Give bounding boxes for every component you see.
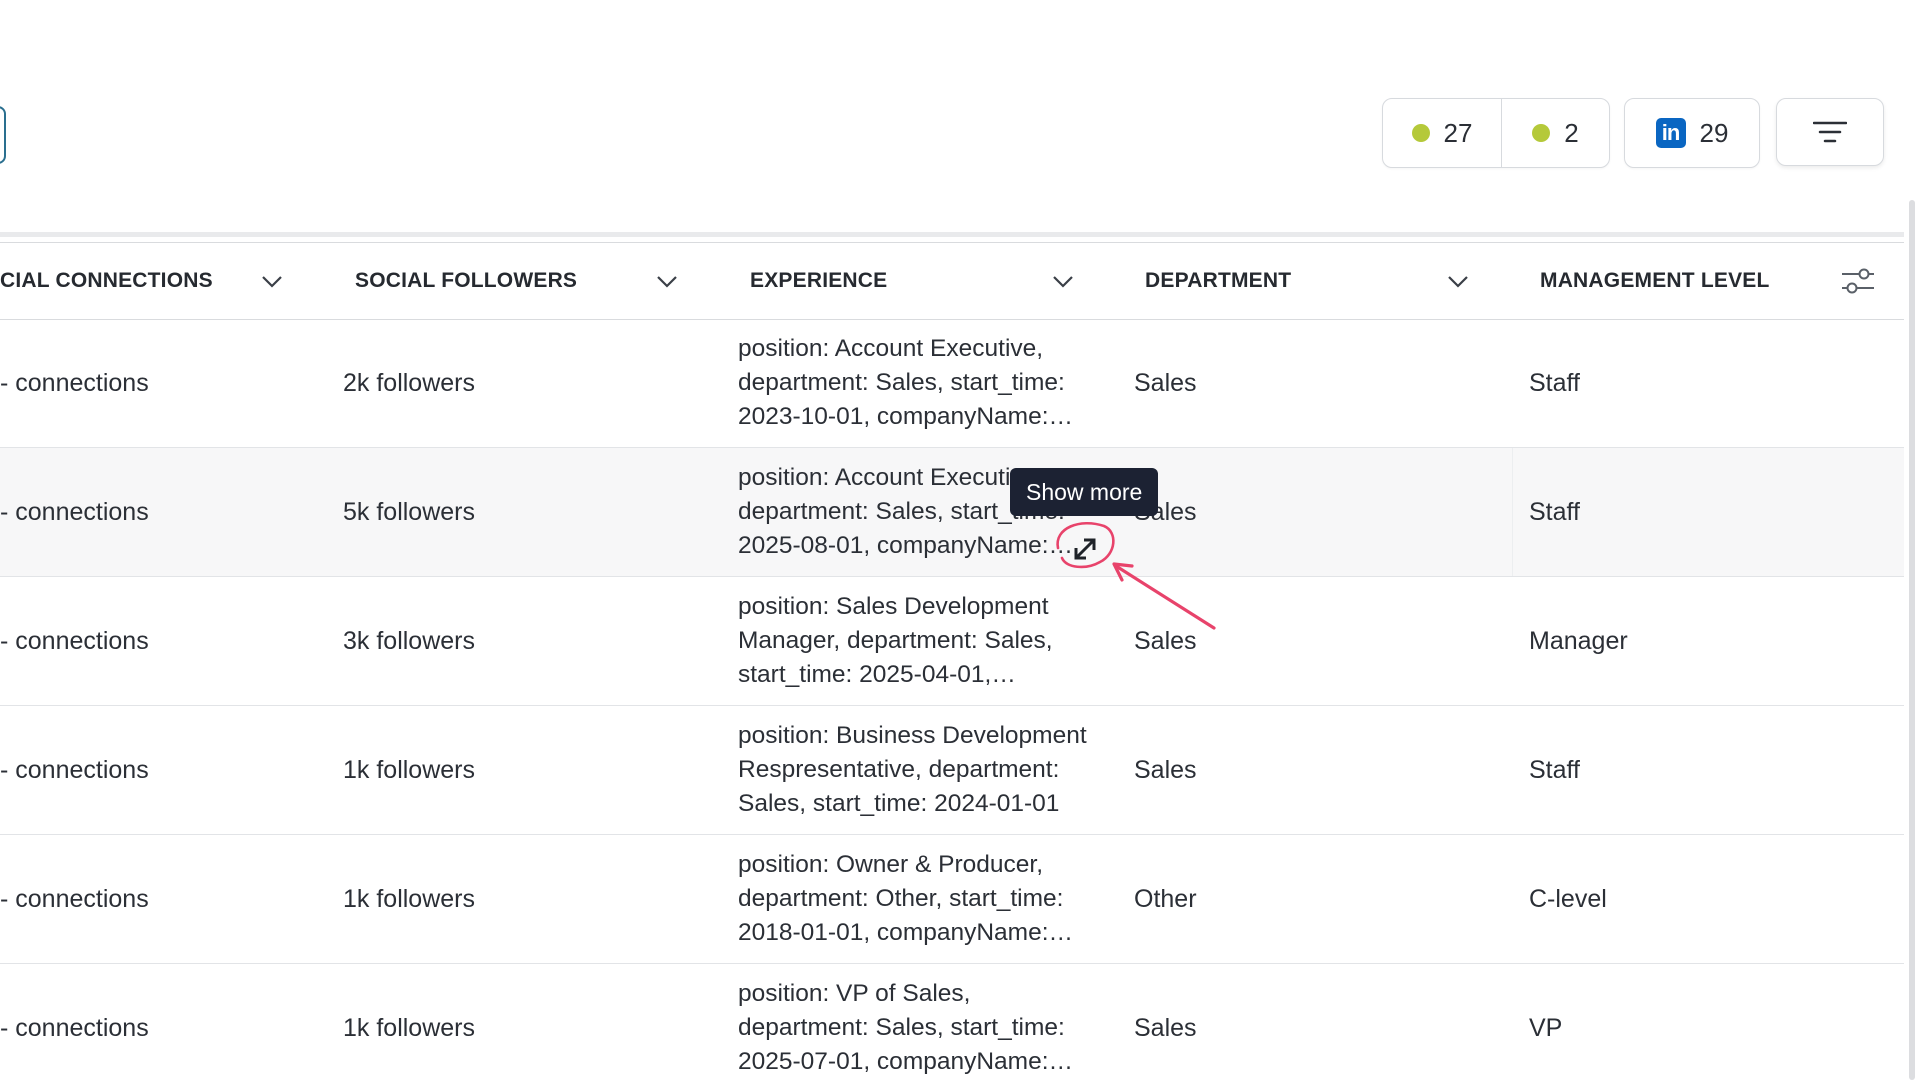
connections-cell: - connections [0,626,149,655]
left-edge-button[interactable] [0,106,6,164]
column-header-management-level[interactable]: MANAGEMENT LEVEL [1540,243,1820,319]
column-header-label: MANAGEMENT LEVEL [1540,269,1770,292]
table-row[interactable]: - connections 1k followers position: Own… [0,835,1904,964]
followers-cell: 1k followers [343,755,475,784]
management-level-cell: VP [1529,1013,1563,1042]
connections-cell: - connections [0,368,149,397]
status-badge-count: 2 [1564,117,1579,148]
data-table: CIAL CONNECTIONS SOCIAL FOLLOWERS EXPERI… [0,232,1904,1080]
page: 27 2 in 29 CIAL CONNECTIONS SOCIAL FOLLO… [0,0,1920,1080]
experience-cell: position: Owner & Producer, department: … [738,835,1098,963]
column-header-label: SOCIAL FOLLOWERS [355,269,578,292]
column-header-experience[interactable]: EXPERIENCE [750,243,1030,319]
management-level-cell: Manager [1529,626,1628,655]
connections-cell: - connections [0,884,149,913]
department-cell: Sales [1134,368,1197,397]
chevron-down-icon[interactable] [655,269,679,293]
chevron-down-icon[interactable] [1051,269,1075,293]
department-cell: Sales [1134,1013,1197,1042]
experience-cell: position: VP of Sales, department: Sales… [738,964,1098,1080]
followers-cell: 1k followers [343,1013,475,1042]
show-more-tooltip: Show more [1010,468,1159,516]
linkedin-icon: in [1655,118,1686,148]
status-badge-count: 27 [1443,117,1473,148]
status-badge-2[interactable]: 2 [1501,99,1609,167]
filter-icon [1813,121,1847,143]
experience-text: position: Account Executive, department:… [738,335,1065,430]
experience-cell: position: Account Executive, department:… [738,319,1098,447]
experience-text: position: Sales Development Manager, dep… [738,593,1053,688]
column-header-department[interactable]: DEPARTMENT [1145,243,1425,319]
experience-text: position: Business Development Respresen… [738,722,1087,817]
table-header-row: CIAL CONNECTIONS SOCIAL FOLLOWERS EXPERI… [0,242,1904,320]
column-divider [1512,448,1513,576]
linkedin-badge[interactable]: in 29 [1624,98,1760,168]
chevron-down-icon[interactable] [260,269,284,293]
followers-cell: 5k followers [343,497,475,526]
linkedin-count: 29 [1699,117,1729,148]
connections-cell: - connections [0,497,149,526]
table-row[interactable]: - connections 5k followers position: Acc… [0,448,1904,577]
status-badge-group: 27 2 [1382,98,1610,168]
management-level-cell: C-level [1529,884,1607,913]
linkedin-badge-inner: in 29 [1625,99,1759,167]
connections-cell: - connections [0,1013,149,1042]
table-row[interactable]: - connections 2k followers position: Acc… [0,319,1904,448]
scrollbar-thumb[interactable] [1909,200,1915,1080]
column-header-social-followers[interactable]: SOCIAL FOLLOWERS [355,243,635,319]
status-dot-icon [1411,124,1430,142]
table-row[interactable]: - connections 1k followers position: Bus… [0,706,1904,835]
expand-icon[interactable] [1070,534,1100,564]
column-header-label: CIAL CONNECTIONS [0,269,213,292]
status-badge-1[interactable]: 27 [1383,99,1501,167]
column-header-social-connections[interactable]: CIAL CONNECTIONS [0,243,250,319]
chevron-down-icon[interactable] [1446,269,1470,293]
column-settings-icon[interactable] [1840,263,1876,299]
followers-cell: 3k followers [343,626,475,655]
management-level-cell: Staff [1529,755,1580,784]
status-dot-icon [1532,124,1551,142]
followers-cell: 2k followers [343,368,475,397]
experience-cell: position: Business Development Respresen… [738,706,1098,834]
experience-cell: position: Sales Development Manager, dep… [738,577,1098,705]
column-header-label: EXPERIENCE [750,269,888,292]
department-cell: Sales [1134,626,1197,655]
table-row[interactable]: - connections 1k followers position: VP … [0,964,1904,1080]
filter-button[interactable] [1776,98,1884,166]
department-cell: Other [1134,884,1197,913]
table-row[interactable]: - connections 3k followers position: Sal… [0,577,1904,706]
followers-cell: 1k followers [343,884,475,913]
connections-cell: - connections [0,755,149,784]
experience-text: position: Owner & Producer, department: … [738,851,1064,946]
experience-text: position: VP of Sales, department: Sales… [738,980,1065,1075]
management-level-cell: Staff [1529,368,1580,397]
column-header-label: DEPARTMENT [1145,269,1292,292]
department-cell: Sales [1134,755,1197,784]
management-level-cell: Staff [1529,497,1580,526]
